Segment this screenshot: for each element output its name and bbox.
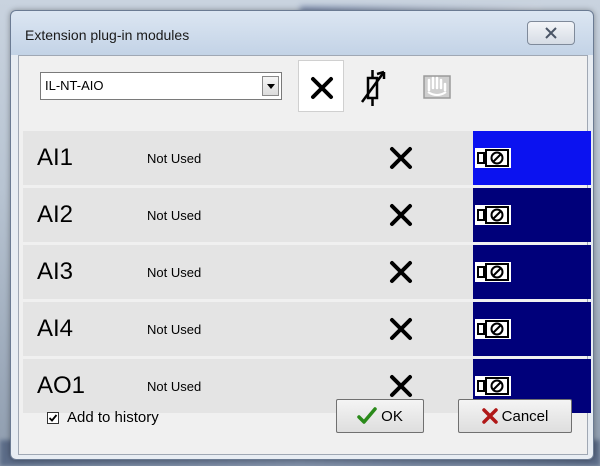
terminal-cell[interactable] (473, 131, 591, 185)
terminal-icon (475, 148, 511, 168)
channel-status: Not Used (147, 379, 202, 394)
channel-status: Not Used (147, 265, 202, 280)
channel-name: AI2 (37, 201, 74, 228)
delete-button[interactable] (298, 60, 344, 112)
history-checkbox-label[interactable]: Add to history (67, 409, 159, 426)
history-checkbox[interactable] (47, 412, 59, 424)
hand-button[interactable] (414, 60, 460, 112)
delete-icon (311, 77, 333, 99)
module-select[interactable]: IL-NT-AIO (40, 72, 282, 100)
cancel-icon (481, 408, 498, 424)
terminal-icon (475, 262, 511, 282)
channel-name: AI4 (37, 315, 74, 342)
ok-button-label: OK (381, 407, 403, 425)
terminal-cell[interactable] (473, 302, 591, 356)
hand-icon (423, 75, 451, 99)
list-item[interactable]: AI4 Not Used (23, 302, 591, 356)
terminal-cell[interactable] (473, 245, 591, 299)
dialog-window: Extension plug-in modules IL-NT-AIO AI1 … (10, 10, 594, 460)
channel-name: AI1 (37, 144, 74, 171)
list-item[interactable]: AI1 Not Used (23, 131, 591, 185)
delete-icon[interactable] (389, 203, 413, 227)
list-item[interactable]: AI3 Not Used (23, 245, 591, 299)
delete-icon[interactable] (389, 260, 413, 284)
terminal-icon (475, 319, 511, 339)
title-bar[interactable]: Extension plug-in modules (11, 11, 593, 55)
sensor-button[interactable] (351, 60, 397, 112)
channel-status: Not Used (147, 208, 202, 223)
toolbar: IL-NT-AIO (19, 56, 587, 118)
dialog-footer: Add to history OK Cancel (18, 393, 586, 453)
channel-status: Not Used (147, 151, 202, 166)
close-button[interactable] (527, 21, 575, 45)
cancel-button[interactable]: Cancel (458, 399, 572, 433)
terminal-icon (475, 205, 511, 225)
cancel-button-label: Cancel (501, 407, 549, 425)
list-item[interactable]: AI2 Not Used (23, 188, 591, 242)
checkmark-icon (48, 414, 58, 422)
channel-status: Not Used (147, 322, 202, 337)
chevron-down-icon[interactable] (262, 76, 279, 96)
sensor-icon (360, 70, 386, 106)
ok-button[interactable]: OK (336, 399, 424, 433)
window-title: Extension plug-in modules (25, 27, 190, 43)
terminal-cell[interactable] (473, 188, 591, 242)
check-icon (357, 407, 377, 424)
close-icon (545, 27, 557, 39)
module-select-value: IL-NT-AIO (45, 78, 104, 93)
delete-icon[interactable] (389, 146, 413, 170)
channel-name: AI3 (37, 258, 74, 285)
delete-icon[interactable] (389, 317, 413, 341)
